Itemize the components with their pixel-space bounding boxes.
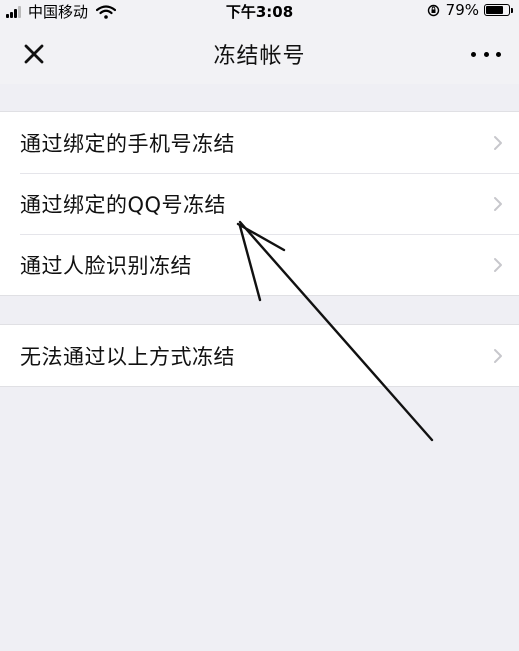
battery-icon — [484, 4, 510, 16]
rotation-lock-icon — [427, 4, 439, 16]
status-bar: 中国移动 下午3:08 79% — [0, 0, 519, 22]
row-label: 通过绑定的手机号冻结 — [20, 131, 235, 156]
nav-bar: 冻结帐号 — [0, 22, 519, 84]
more-dot — [471, 51, 476, 57]
chevron-right-icon — [494, 348, 502, 363]
freeze-by-qq-item[interactable]: 通过绑定的QQ号冻结 — [0, 173, 519, 234]
freeze-options-group: 通过绑定的手机号冻结 通过绑定的QQ号冻结 通过人脸识别冻结 — [0, 111, 519, 296]
row-label: 通过绑定的QQ号冻结 — [20, 192, 227, 217]
freeze-by-phone-item[interactable]: 通过绑定的手机号冻结 — [0, 112, 519, 173]
chevron-right-icon — [494, 196, 502, 211]
row-label: 通过人脸识别冻结 — [20, 253, 192, 278]
more-dot — [496, 51, 501, 57]
battery-fill — [486, 6, 503, 14]
page-title: 冻结帐号 — [213, 44, 306, 69]
status-right: 79% — [427, 1, 513, 19]
battery-tip — [511, 7, 513, 13]
freeze-by-face-item[interactable]: 通过人脸识别冻结 — [0, 234, 519, 295]
row-label: 无法通过以上方式冻结 — [20, 344, 235, 369]
more-dot — [483, 51, 489, 57]
more-icon[interactable] — [467, 42, 505, 66]
cannot-freeze-item[interactable]: 无法通过以上方式冻结 — [0, 325, 519, 386]
battery-percent: 79% — [445, 1, 479, 19]
chevron-right-icon — [494, 257, 502, 272]
chevron-right-icon — [494, 135, 502, 150]
other-options-group: 无法通过以上方式冻结 — [0, 324, 519, 387]
